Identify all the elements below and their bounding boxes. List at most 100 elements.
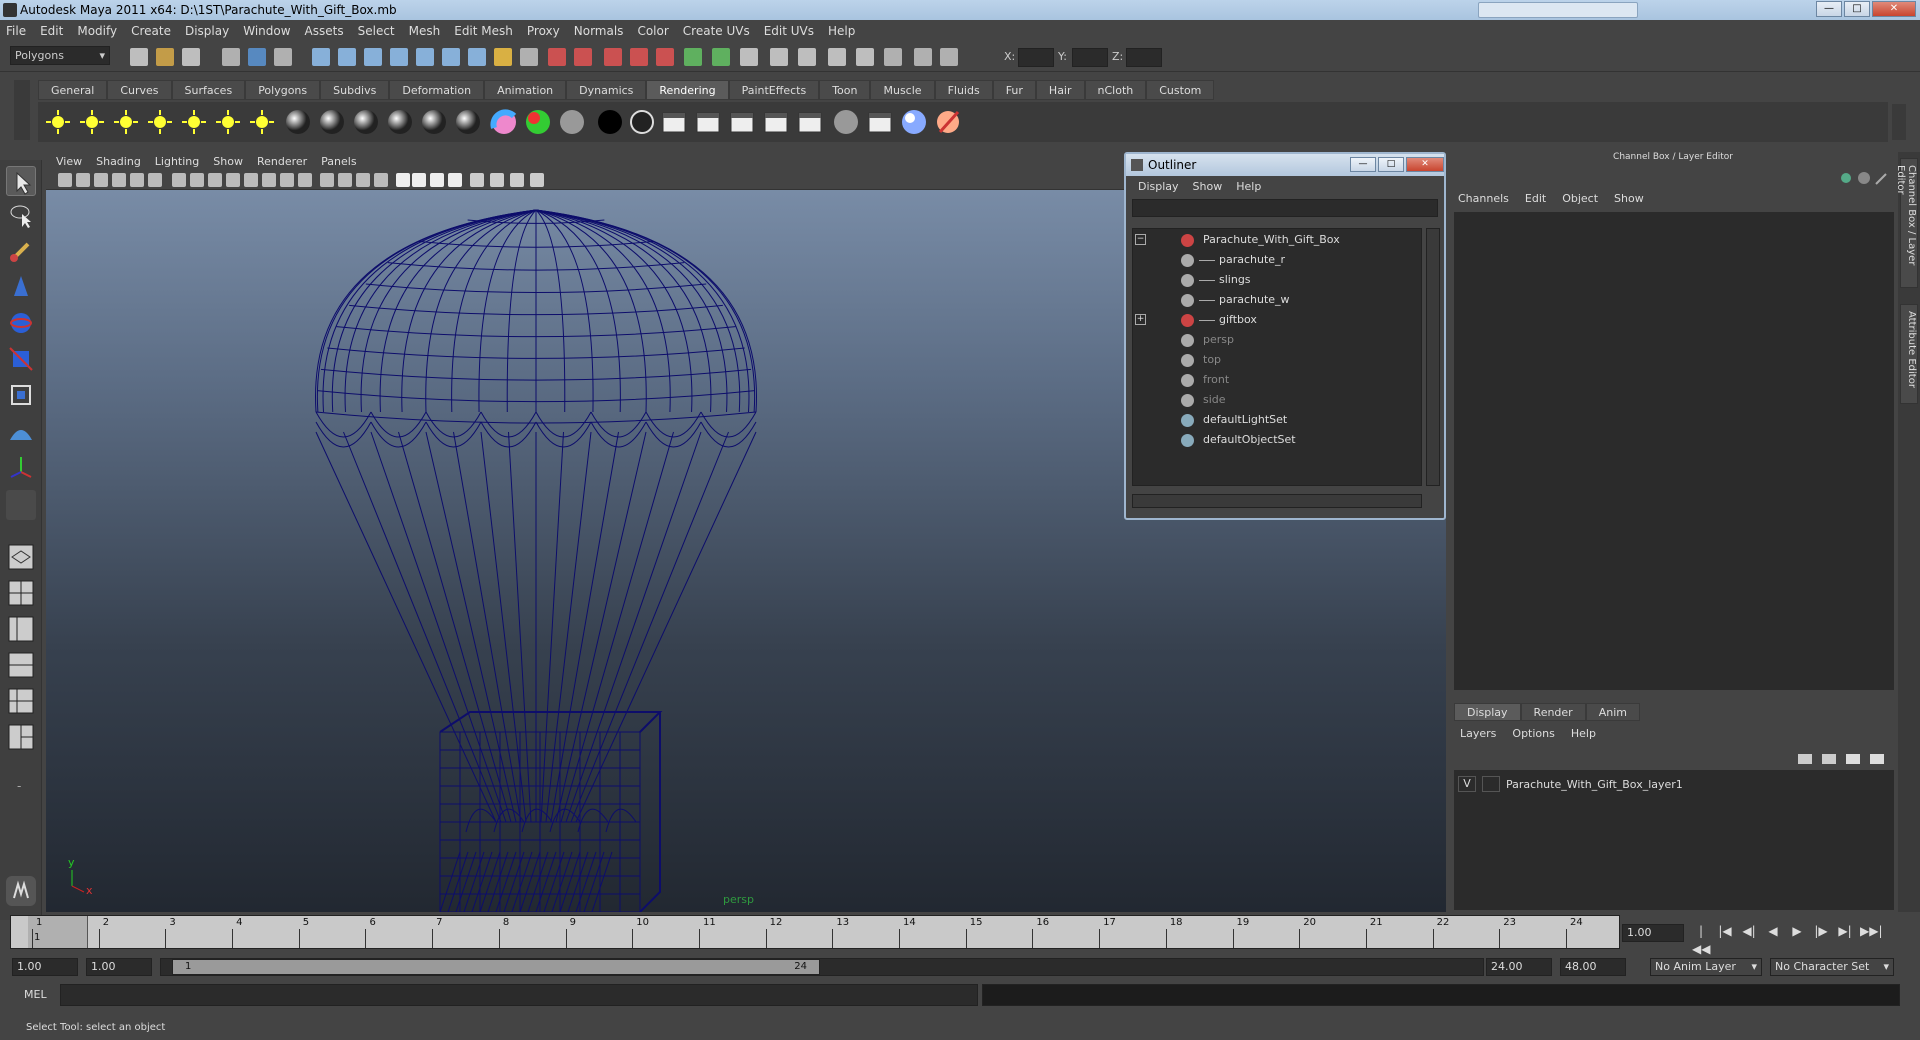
shelf-tab-painteffects[interactable]: PaintEffects — [728, 80, 820, 100]
status-tool-icon[interactable] — [770, 48, 788, 66]
current-frame-field[interactable]: 1.00 — [1622, 924, 1684, 942]
outliner-item[interactable]: front — [1133, 371, 1413, 389]
shelf-tab-fluids[interactable]: Fluids — [934, 80, 993, 100]
animation-end-field[interactable]: 48.00 — [1560, 958, 1626, 976]
outliner-minimize-button[interactable]: — — [1350, 157, 1376, 172]
outliner-item[interactable]: − Parachute_With_Gift_Box — [1133, 231, 1413, 249]
layer-menu-layers[interactable]: Layers — [1460, 727, 1496, 740]
menu-edit[interactable]: Edit — [40, 24, 63, 38]
go-to-start-icon[interactable]: |◀◀ — [1692, 922, 1710, 956]
shelf-sphere-icon[interactable] — [420, 108, 448, 136]
shelf-sphere-icon[interactable] — [454, 108, 482, 136]
shelf-sphere-icon[interactable] — [352, 108, 380, 136]
menu-display[interactable]: Display — [185, 24, 229, 38]
last-tool-icon[interactable] — [6, 490, 36, 520]
menu-assets[interactable]: Assets — [305, 24, 344, 38]
shelf-tab-curves[interactable]: Curves — [107, 80, 172, 100]
maximize-button[interactable]: □ — [1844, 1, 1870, 17]
move-tool-icon[interactable] — [6, 272, 36, 302]
viewport-menu-panels[interactable]: Panels — [321, 155, 356, 168]
search-field[interactable] — [1478, 2, 1638, 18]
channel-box-menu-object[interactable]: Object — [1562, 192, 1598, 205]
outliner-expand-toggle[interactable]: + — [1135, 314, 1146, 325]
channel-box-side-tab[interactable]: Channel Box / Layer Editor — [1895, 158, 1918, 288]
x-field[interactable] — [1018, 48, 1054, 67]
animation-start-field[interactable]: 1.00 — [12, 958, 78, 976]
status-tool-icon[interactable] — [712, 48, 730, 66]
status-tool-icon[interactable] — [684, 48, 702, 66]
viewport-tool-icon[interactable] — [280, 173, 294, 187]
hypershade-layout-icon[interactable] — [6, 686, 36, 716]
status-tool-icon[interactable] — [856, 48, 874, 66]
outliner-vertical-scrollbar[interactable] — [1426, 228, 1440, 486]
layer-menu-options[interactable]: Options — [1512, 727, 1554, 740]
shelf-light-icon[interactable] — [146, 108, 174, 136]
menu-create[interactable]: Create — [131, 24, 171, 38]
outliner-menu-display[interactable]: Display — [1138, 180, 1179, 193]
status-tool-icon[interactable] — [312, 48, 330, 66]
viewport-tool-icon[interactable] — [298, 173, 312, 187]
attribute-editor-side-tab[interactable]: Attribute Editor — [1900, 304, 1918, 404]
viewport-tool-icon[interactable] — [374, 173, 388, 187]
viewport-tool-icon[interactable] — [190, 173, 204, 187]
play-forward-icon[interactable]: ▶ — [1788, 922, 1806, 940]
status-tool-icon[interactable] — [520, 48, 538, 66]
mel-input[interactable] — [60, 984, 978, 1006]
viewport-tool-icon[interactable] — [226, 173, 240, 187]
outliner-maximize-button[interactable]: □ — [1378, 157, 1404, 172]
close-button[interactable]: ✕ — [1872, 1, 1916, 17]
viewport-tool-icon[interactable] — [490, 173, 504, 187]
shelf-tab-polygons[interactable]: Polygons — [245, 80, 321, 100]
menu-help[interactable]: Help — [828, 24, 855, 38]
shelf-brush-icon[interactable] — [934, 108, 962, 136]
viewport-tool-icon[interactable] — [112, 173, 126, 187]
outliner-menu-show[interactable]: Show — [1193, 180, 1223, 193]
status-tool-icon[interactable] — [442, 48, 460, 66]
shelf-rainbow-icon[interactable] — [490, 108, 518, 136]
shelf-clap-icon[interactable] — [728, 108, 756, 136]
scale-tool-icon[interactable] — [6, 344, 36, 374]
shelf-black-icon[interactable] — [596, 108, 624, 136]
status-tool-icon[interactable] — [548, 48, 566, 66]
shelf-tab-dynamics[interactable]: Dynamics — [566, 80, 647, 100]
menu-file[interactable]: File — [6, 24, 26, 38]
viewport-menu-view[interactable]: View — [56, 155, 82, 168]
shelf-sphere-icon[interactable] — [284, 108, 312, 136]
menu-create-uvs[interactable]: Create UVs — [683, 24, 750, 38]
four-view-layout-icon[interactable] — [6, 578, 36, 608]
viewport-tool-icon[interactable] — [244, 173, 258, 187]
outliner-item[interactable]: top — [1133, 351, 1413, 369]
channel-box-area[interactable] — [1454, 212, 1894, 690]
channel-box-menu-edit[interactable]: Edit — [1525, 192, 1546, 205]
status-tool-icon[interactable] — [740, 48, 758, 66]
go-to-end-icon[interactable]: ▶▶| — [1860, 922, 1883, 940]
shelf-tab-deformation[interactable]: Deformation — [389, 80, 485, 100]
outliner-item[interactable]: defaultObjectSet — [1133, 431, 1413, 449]
menu-edit-uvs[interactable]: Edit UVs — [764, 24, 814, 38]
status-tool-icon[interactable] — [390, 48, 408, 66]
status-tool-icon[interactable] — [656, 48, 674, 66]
menu-window[interactable]: Window — [243, 24, 290, 38]
shelf-clap-icon[interactable] — [660, 108, 688, 136]
status-tool-icon[interactable] — [468, 48, 486, 66]
manipulator-tool-icon[interactable] — [6, 380, 36, 410]
shelf-grey-icon[interactable] — [558, 108, 586, 136]
status-tool-icon[interactable] — [222, 48, 240, 66]
select-tool-icon[interactable] — [6, 166, 36, 196]
viewport-tool-icon[interactable] — [356, 173, 370, 187]
maya-logo-icon[interactable] — [6, 876, 36, 906]
shelf-tab-custom[interactable]: Custom — [1146, 80, 1215, 100]
menu-mesh[interactable]: Mesh — [409, 24, 441, 38]
custom-layout-icon[interactable] — [6, 722, 36, 752]
layer-menu-help[interactable]: Help — [1571, 727, 1596, 740]
y-field[interactable] — [1072, 48, 1108, 67]
anim-layer-dropdown[interactable]: No Anim Layer ▾ — [1650, 958, 1762, 976]
shelf-scroll[interactable] — [1892, 104, 1906, 140]
minimize-button[interactable]: — — [1816, 1, 1842, 17]
channel-box-menu-channels[interactable]: Channels — [1458, 192, 1509, 205]
status-tool-icon[interactable] — [156, 48, 174, 66]
viewport-tool-icon[interactable] — [430, 173, 444, 187]
shelf-handle[interactable] — [14, 80, 30, 140]
shelf-sphere-icon[interactable] — [318, 108, 346, 136]
menu-color[interactable]: Color — [637, 24, 668, 38]
